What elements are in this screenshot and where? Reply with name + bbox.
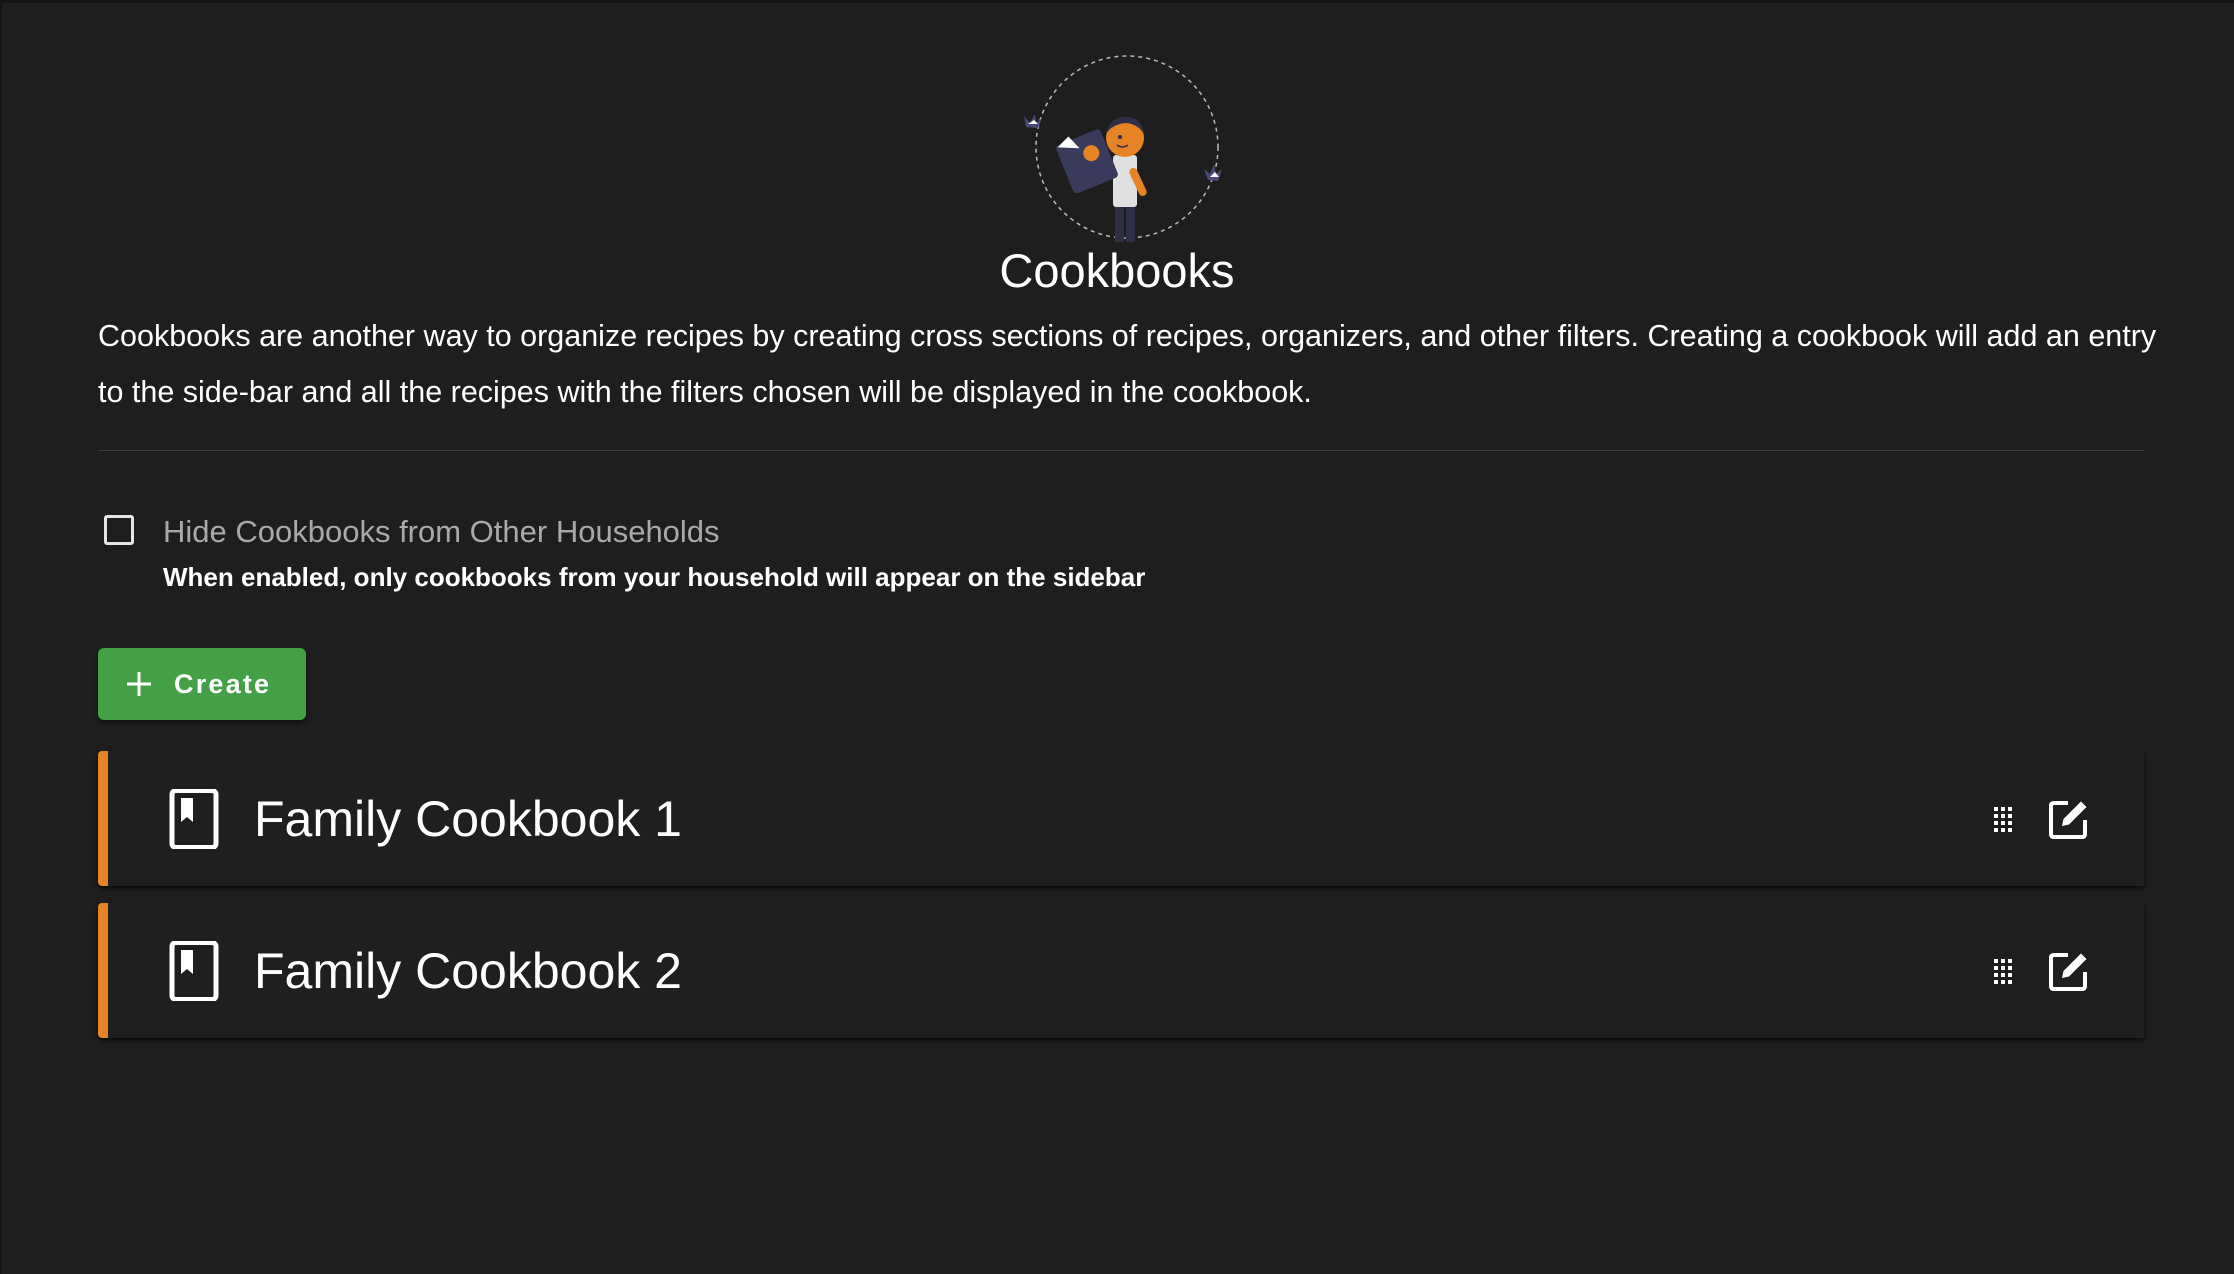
window-top-border	[0, 0, 2234, 3]
plus-icon	[127, 672, 151, 696]
drag-handle-icon[interactable]	[1988, 805, 2018, 835]
create-button-label: Create	[174, 668, 272, 699]
hide-other-households-hint: When enabled, only cookbooks from your h…	[163, 562, 1146, 592]
hide-other-households-checkbox[interactable]	[104, 515, 134, 545]
page-title: Cookbooks	[999, 244, 1235, 297]
cookbook-row[interactable]: Family Cookbook 1	[98, 751, 2144, 886]
edit-icon[interactable]	[2048, 798, 2090, 840]
edit-icon[interactable]	[2048, 950, 2090, 992]
cookbook-name[interactable]: Family Cookbook 2	[254, 941, 682, 1001]
page-description: Cookbooks are another way to organize re…	[98, 319, 2157, 409]
create-cookbook-button[interactable]: Create	[98, 648, 306, 720]
section-divider	[98, 450, 2144, 451]
hide-other-households-label[interactable]: Hide Cookbooks from Other Households	[163, 512, 720, 552]
bookmark-book-icon	[169, 941, 219, 1001]
cookbook-name[interactable]: Family Cookbook 1	[254, 789, 682, 849]
cookbook-reader-illustration	[1024, 55, 1222, 242]
drag-handle-icon[interactable]	[1988, 957, 2018, 987]
bookmark-book-icon	[169, 789, 219, 849]
cookbook-row[interactable]: Family Cookbook 2	[98, 903, 2144, 1038]
window-left-border	[0, 0, 2, 1274]
